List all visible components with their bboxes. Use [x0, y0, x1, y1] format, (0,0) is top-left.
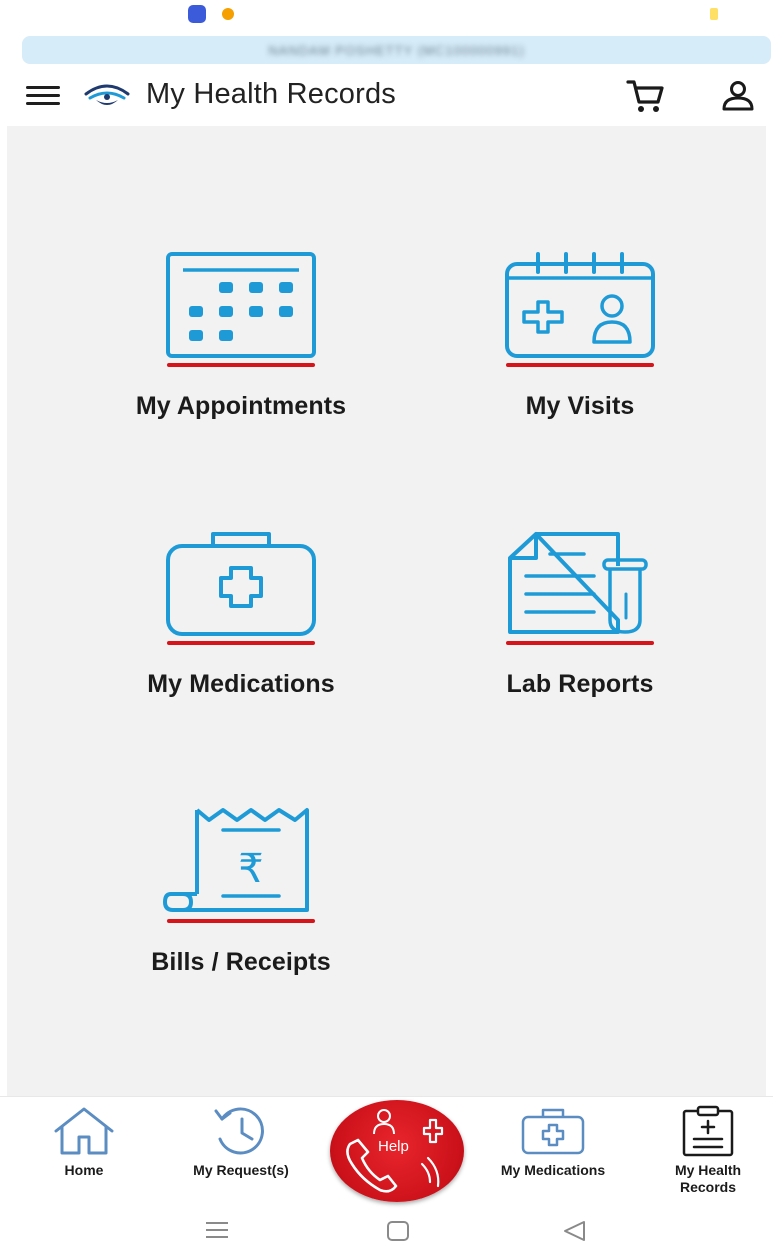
tile-lab-reports[interactable]: Lab Reports	[430, 528, 730, 699]
tile-my-medications[interactable]: My Medications	[91, 528, 391, 699]
svg-text:₹: ₹	[238, 846, 263, 892]
history-icon	[214, 1107, 264, 1155]
clipboard-icon	[682, 1105, 734, 1157]
lab-report-icon	[506, 532, 654, 645]
notification-star-icon	[222, 8, 234, 20]
nav-label: My Health	[674, 1162, 742, 1178]
recent-apps-icon[interactable]	[204, 1220, 230, 1240]
nav-label: My Request(s)	[193, 1162, 289, 1178]
status-bar	[0, 0, 773, 30]
tile-label: Bills / Receipts	[151, 948, 331, 976]
calendar-icon	[166, 252, 316, 367]
tile-my-appointments[interactable]: My Appointments	[91, 250, 391, 421]
tile-my-visits[interactable]: My Visits	[430, 250, 730, 421]
back-icon[interactable]	[562, 1220, 586, 1242]
nav-label: Home	[64, 1162, 104, 1178]
help-call-button[interactable]: Help	[330, 1100, 464, 1202]
profile-icon[interactable]	[720, 80, 756, 112]
tile-bills-receipts[interactable]: ₹ Bills / Receipts	[91, 806, 391, 977]
calendar-patient-icon	[505, 252, 655, 367]
nav-item-my-medications[interactable]: My Medications	[482, 1105, 624, 1179]
battery-icon	[710, 8, 718, 20]
tile-label: My Appointments	[135, 392, 347, 420]
content-area: My Appointments My Visits My Medications	[7, 126, 766, 1096]
medical-kit-icon	[521, 1108, 585, 1155]
cart-icon[interactable]	[626, 78, 666, 114]
nav-item-my-requests[interactable]: My Request(s)	[178, 1105, 304, 1179]
page-title: My Health Records	[146, 78, 396, 110]
tile-label: My Visits	[525, 392, 635, 420]
user-banner: NANDAM POSHETTY (MC100000991)	[22, 36, 771, 64]
home-icon	[54, 1107, 114, 1155]
app-header: My Health Records	[0, 66, 773, 126]
home-system-icon[interactable]	[386, 1220, 410, 1242]
hamburger-menu-icon[interactable]	[26, 84, 62, 108]
nav-item-my-health-records[interactable]: My Health Records	[660, 1105, 756, 1196]
nav-label: My Medications	[500, 1162, 606, 1178]
tile-label: My Medications	[147, 670, 335, 698]
notification-app-icon	[188, 5, 206, 23]
help-label: Help	[378, 1138, 409, 1155]
rupee-receipt-icon: ₹	[163, 808, 315, 923]
app-logo-icon	[84, 84, 130, 105]
system-navigation-bar	[0, 1210, 773, 1249]
medical-kit-icon	[166, 532, 316, 645]
tile-label: Lab Reports	[506, 670, 654, 698]
user-name: NANDAM POSHETTY (MC100000991)	[268, 42, 525, 58]
nav-label-line2: Records	[679, 1179, 737, 1195]
nav-item-home[interactable]: Home	[44, 1105, 124, 1179]
